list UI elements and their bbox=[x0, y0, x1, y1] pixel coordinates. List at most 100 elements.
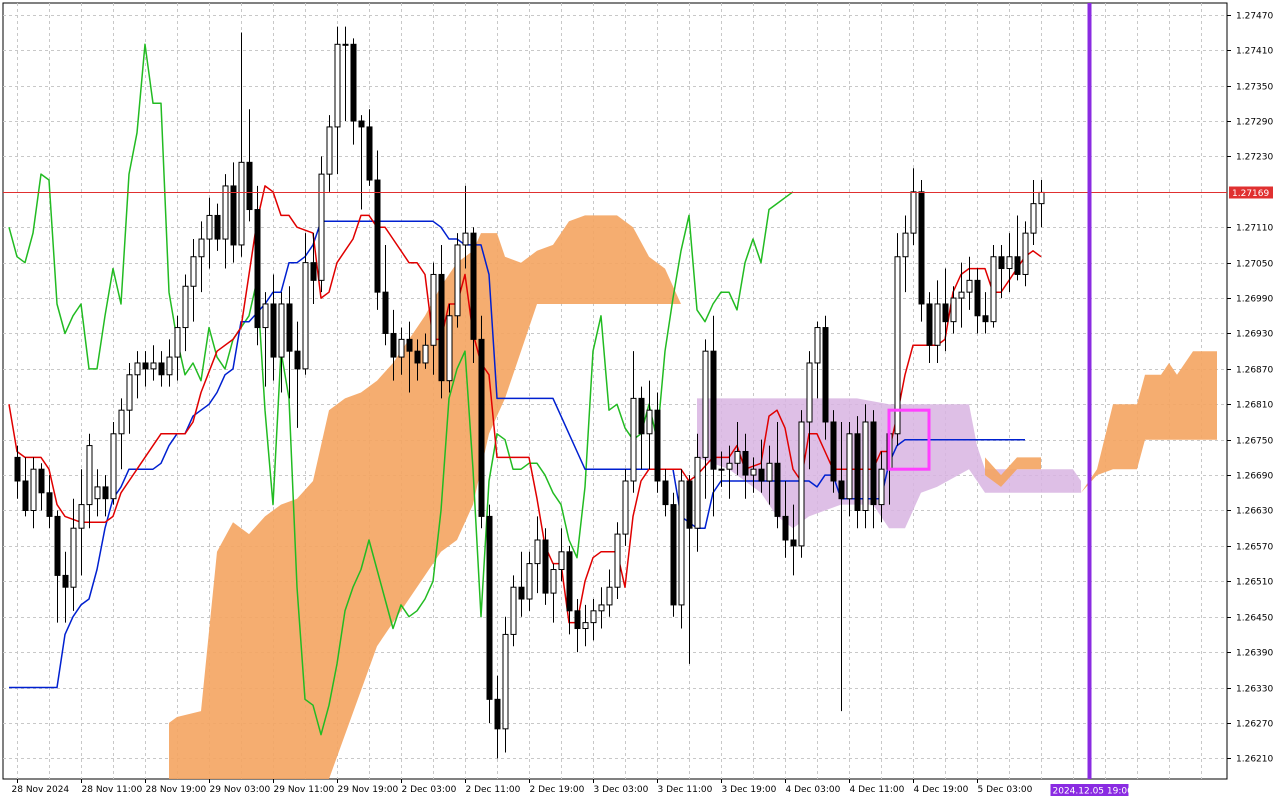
time-tick-label: 3 Dec 11:00 bbox=[658, 785, 713, 795]
candle-body-bear bbox=[662, 480, 669, 506]
grid-layer bbox=[2, 2, 1228, 780]
time-tick-label: 4 Dec 03:00 bbox=[786, 785, 841, 795]
candle-body-bull bbox=[118, 409, 125, 435]
chart-svg: 1.27169 2024.12.05 19:00 1.27470 1.27410 1.… bbox=[2, 2, 1273, 797]
candle-body-bear bbox=[478, 338, 485, 517]
candle-body-bull bbox=[750, 468, 757, 476]
candle-body-bear bbox=[822, 327, 829, 423]
time-tick-label: 4 Dec 11:00 bbox=[850, 785, 905, 795]
time-marker-label: 2024.12.05 19:00 bbox=[1053, 787, 1134, 797]
price-tick-label: 1.27110 bbox=[1236, 224, 1273, 234]
candle-body-bear bbox=[46, 492, 53, 517]
price-tick-label: 1.27410 bbox=[1236, 47, 1273, 57]
candle-body-bull bbox=[798, 421, 805, 547]
candle-body-bear bbox=[486, 515, 493, 700]
price-tick-label: 1.26330 bbox=[1236, 685, 1273, 695]
candle-body-bear bbox=[382, 291, 389, 334]
candle-body-bull bbox=[910, 191, 917, 234]
candle-body-bear bbox=[406, 338, 413, 352]
candle-body-bull bbox=[582, 622, 589, 630]
candle-body-bear bbox=[782, 515, 789, 541]
candle-body-bull bbox=[150, 362, 157, 370]
candle-body-bull bbox=[526, 563, 533, 600]
time-tick-label: 29 Nov 11:00 bbox=[274, 785, 335, 795]
candle-body-bear bbox=[142, 362, 149, 370]
candle-body-bear bbox=[758, 468, 765, 482]
candle-body-bull bbox=[734, 450, 741, 464]
candle-body-bear bbox=[350, 43, 357, 122]
candle-body-bull bbox=[398, 338, 405, 358]
price-tick-label: 1.27230 bbox=[1236, 153, 1273, 163]
candle-body-bear bbox=[358, 120, 365, 128]
candle-body-bear bbox=[294, 350, 301, 370]
candle-body-bull bbox=[126, 374, 133, 411]
candle-body-bull bbox=[1006, 256, 1013, 270]
candle-body-bull bbox=[326, 126, 333, 175]
time-tick-label: 2 Dec 19:00 bbox=[530, 785, 585, 795]
candle-body-bear bbox=[742, 450, 749, 476]
candle-body-bull bbox=[318, 173, 325, 281]
candle-body-bear bbox=[654, 409, 661, 482]
candle-body-bull bbox=[606, 586, 613, 606]
candle-body-bear bbox=[918, 191, 925, 305]
candle-body-bull bbox=[878, 468, 885, 506]
candle-body-bull bbox=[1038, 191, 1045, 205]
candle-body-bear bbox=[286, 303, 293, 352]
candle-body-bull bbox=[222, 185, 229, 240]
candle-body-bull bbox=[726, 462, 733, 470]
candle-body-bull bbox=[78, 504, 85, 529]
candle-body-bear bbox=[774, 462, 781, 517]
candle-body-bear bbox=[854, 433, 861, 511]
candle-body-bear bbox=[998, 256, 1005, 270]
price-tick-label: 1.26510 bbox=[1236, 578, 1273, 588]
candle-body-bear bbox=[62, 574, 69, 588]
candle-body-bear bbox=[38, 468, 45, 494]
price-tick-label: 1.26930 bbox=[1236, 330, 1273, 340]
candle-body-bull bbox=[550, 569, 557, 594]
price-tick-label: 1.27050 bbox=[1236, 260, 1273, 270]
candle-body-bear bbox=[926, 303, 933, 346]
time-tick-label: 4 Dec 19:00 bbox=[914, 785, 969, 795]
candle-body-bull bbox=[646, 409, 653, 435]
candle-body-bear bbox=[54, 515, 61, 576]
candle-body-bull bbox=[678, 480, 685, 606]
price-tick-label: 1.26630 bbox=[1236, 507, 1273, 517]
time-tick-label: 29 Nov 19:00 bbox=[338, 785, 399, 795]
candle-body-bear bbox=[1014, 256, 1021, 275]
candle-body-bull bbox=[1022, 232, 1029, 275]
candle-body-bear bbox=[214, 214, 221, 240]
candle-body-bear bbox=[838, 480, 845, 500]
time-tick-label: 3 Dec 19:00 bbox=[722, 785, 777, 795]
candle-body-bear bbox=[22, 480, 29, 511]
candle-body-bull bbox=[534, 539, 541, 565]
candle-body-bear bbox=[310, 262, 317, 281]
candle-body-bull bbox=[86, 445, 93, 506]
candle-body-bull bbox=[174, 327, 181, 358]
time-tick-label: 2 Dec 03:00 bbox=[402, 785, 457, 795]
candle-body-bear bbox=[942, 303, 949, 323]
candle-body-bull bbox=[238, 161, 245, 246]
candle-body-bear bbox=[518, 586, 525, 600]
candle-body-bull bbox=[630, 397, 637, 482]
current-price-label: 1.27169 bbox=[1232, 189, 1269, 199]
candle-body-bear bbox=[830, 421, 837, 482]
candle-body-bear bbox=[686, 480, 693, 529]
candle-body-bull bbox=[510, 586, 517, 635]
candle-body-bull bbox=[182, 285, 189, 329]
candle-body-bear bbox=[494, 698, 501, 730]
time-tick-label: 3 Dec 03:00 bbox=[594, 785, 649, 795]
candle-body-bull bbox=[694, 456, 701, 529]
candle-body-bull bbox=[958, 291, 965, 299]
candle-body-bull bbox=[814, 327, 821, 364]
candle-body-bull bbox=[206, 214, 213, 240]
candle-body-bear bbox=[158, 362, 165, 376]
candle-body-bull bbox=[614, 533, 621, 588]
price-tick-label: 1.26210 bbox=[1236, 755, 1273, 765]
candle-body-bull bbox=[198, 238, 205, 258]
candle-body-bear bbox=[542, 539, 549, 594]
candle-body-bull bbox=[454, 244, 461, 317]
price-tick-label: 1.26690 bbox=[1236, 472, 1273, 482]
candle-body-bull bbox=[70, 527, 77, 588]
candle-body-bull bbox=[110, 433, 117, 500]
price-tick-label: 1.26390 bbox=[1236, 649, 1273, 659]
